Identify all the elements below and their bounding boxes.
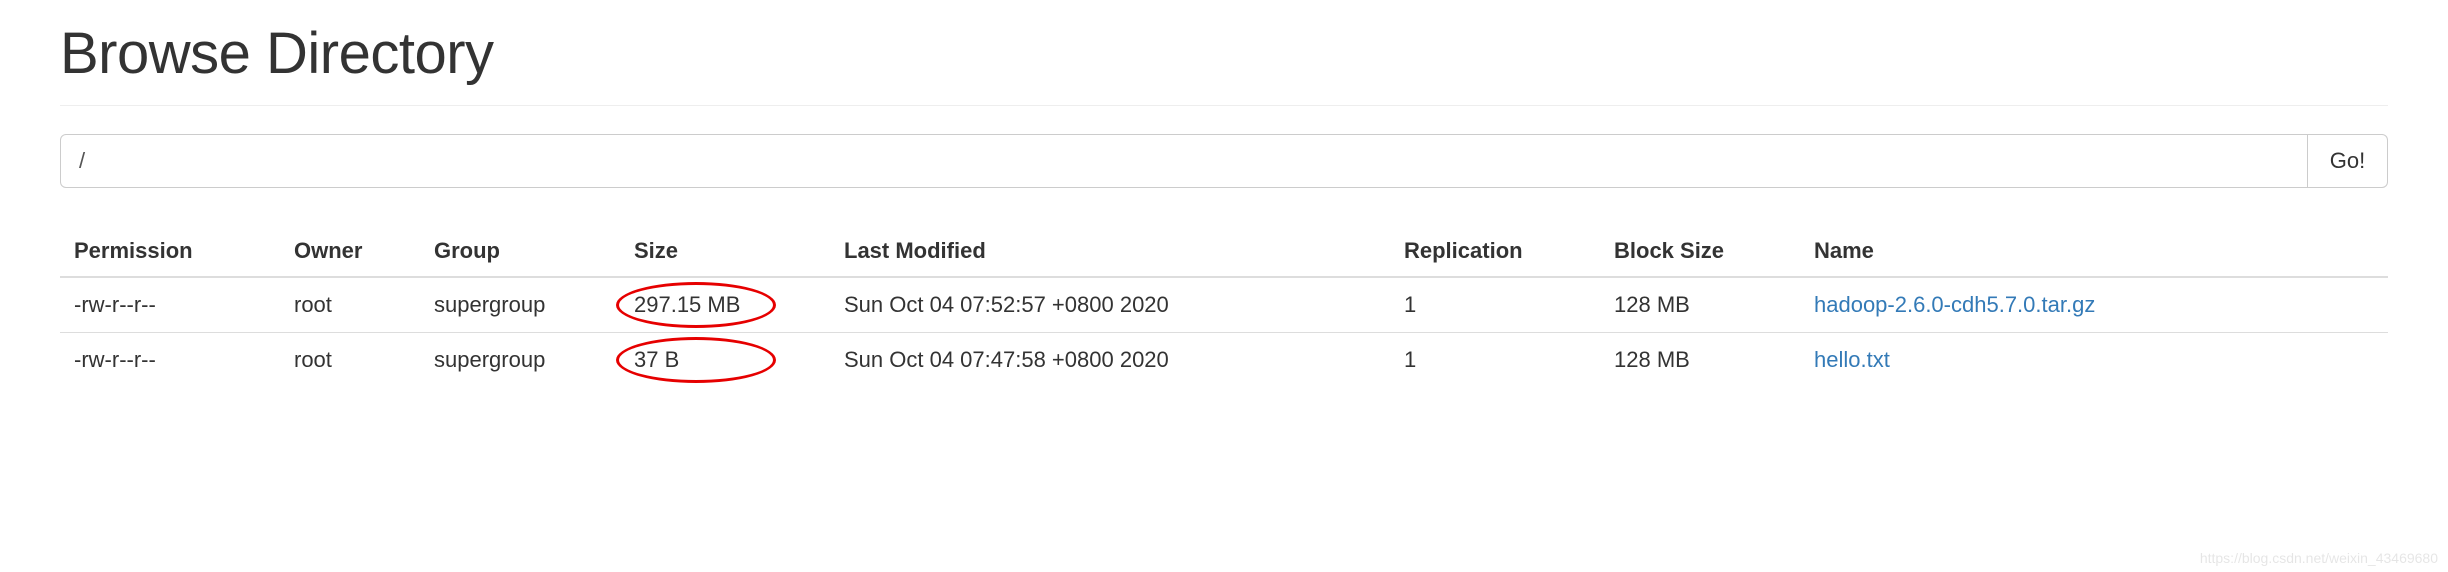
table-row: -rw-r--r-- root supergroup 297.15 MB Sun…: [60, 277, 2388, 333]
cell-size: 297.15 MB: [620, 277, 830, 333]
table-header-row: Permission Owner Group Size Last Modifie…: [60, 226, 2388, 277]
page-title: Browse Directory: [60, 20, 2388, 87]
th-replication: Replication: [1390, 226, 1600, 277]
cell-replication: 1: [1390, 333, 1600, 388]
divider: [60, 105, 2388, 106]
path-input[interactable]: [60, 134, 2308, 188]
cell-group: supergroup: [420, 277, 620, 333]
file-link[interactable]: hello.txt: [1814, 347, 1890, 372]
cell-lastmod: Sun Oct 04 07:52:57 +0800 2020: [830, 277, 1390, 333]
th-permission: Permission: [60, 226, 280, 277]
th-name: Name: [1800, 226, 2388, 277]
cell-permission: -rw-r--r--: [60, 333, 280, 388]
cell-size: 37 B: [620, 333, 830, 388]
file-link[interactable]: hadoop-2.6.0-cdh5.7.0.tar.gz: [1814, 292, 2095, 317]
cell-group: supergroup: [420, 333, 620, 388]
th-size: Size: [620, 226, 830, 277]
cell-name: hello.txt: [1800, 333, 2388, 388]
th-blocksize: Block Size: [1600, 226, 1800, 277]
cell-permission: -rw-r--r--: [60, 277, 280, 333]
watermark: https://blog.csdn.net/weixin_43469680: [2200, 550, 2438, 566]
cell-owner: root: [280, 277, 420, 333]
th-owner: Owner: [280, 226, 420, 277]
th-group: Group: [420, 226, 620, 277]
size-value: 297.15 MB: [634, 292, 740, 317]
size-value: 37 B: [634, 347, 679, 372]
cell-blocksize: 128 MB: [1600, 277, 1800, 333]
cell-lastmod: Sun Oct 04 07:47:58 +0800 2020: [830, 333, 1390, 388]
path-bar: Go!: [60, 134, 2388, 188]
cell-name: hadoop-2.6.0-cdh5.7.0.tar.gz: [1800, 277, 2388, 333]
th-lastmod: Last Modified: [830, 226, 1390, 277]
table-row: -rw-r--r-- root supergroup 37 B Sun Oct …: [60, 333, 2388, 388]
cell-owner: root: [280, 333, 420, 388]
cell-replication: 1: [1390, 277, 1600, 333]
file-table: Permission Owner Group Size Last Modifie…: [60, 226, 2388, 387]
go-button[interactable]: Go!: [2308, 134, 2388, 188]
cell-blocksize: 128 MB: [1600, 333, 1800, 388]
